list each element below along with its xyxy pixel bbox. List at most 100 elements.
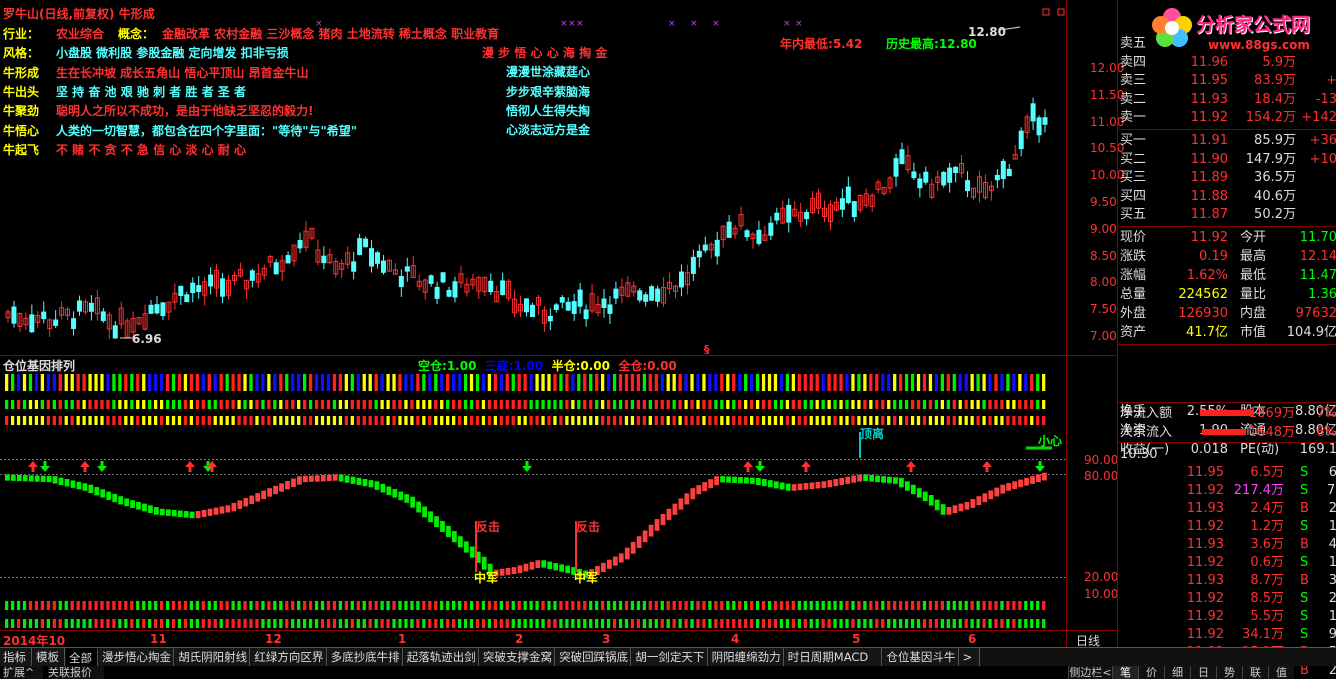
side-tab-6[interactable]: 联 — [1242, 666, 1268, 679]
side-tab-1[interactable]: 笔 — [1112, 666, 1138, 679]
bottom-cell — [857, 619, 861, 628]
bottom-cell — [851, 601, 855, 610]
trend-segment — [726, 476, 731, 483]
tab-9[interactable]: 突破回踩锅底 — [556, 648, 632, 666]
tab-14[interactable]: > — [959, 648, 980, 666]
gene-cell — [487, 416, 492, 425]
tab-5[interactable]: 红绿方向区界 — [251, 648, 327, 666]
bottom-cell — [934, 601, 939, 610]
bottom-cell — [40, 601, 45, 610]
tab-13[interactable]: 仓位基因斗牛 — [883, 648, 959, 666]
gene-cell — [303, 400, 307, 409]
side-tab-3[interactable]: 细 — [1164, 666, 1190, 679]
candle — [1012, 144, 1018, 160]
tab-6[interactable]: 多底抄底牛排 — [327, 648, 403, 666]
gene-cell — [16, 400, 21, 409]
trend-segment — [5, 474, 10, 481]
info-text: 农业综合 — [56, 27, 105, 41]
trend-segment — [1036, 474, 1041, 483]
gene-cell — [869, 400, 873, 409]
tab-7[interactable]: 起落轨迹出剑 — [403, 648, 479, 666]
side-tab-5[interactable]: 势 — [1216, 666, 1242, 679]
trend-segment — [630, 541, 636, 554]
gene-cell — [684, 374, 688, 391]
bid-row-cell: 买二 — [1120, 151, 1147, 167]
tick-row-cell: 11.93 — [1186, 573, 1224, 588]
bottom-cell — [827, 601, 831, 610]
gene-cell — [606, 416, 611, 425]
gene-cell — [750, 374, 754, 391]
side-tab-7[interactable]: 值 — [1268, 666, 1294, 679]
tab-2[interactable]: 全部 — [66, 648, 98, 666]
bottom-cell — [177, 619, 182, 628]
tab-1[interactable]: 模板 — [33, 648, 65, 666]
side-tab-4[interactable]: 日 — [1190, 666, 1216, 679]
trend-segment — [904, 481, 910, 491]
bottom-cell — [446, 619, 450, 628]
gene-cell — [606, 400, 611, 409]
bottom-cell — [1024, 619, 1028, 628]
candle — [142, 304, 148, 331]
bottom-cell — [94, 601, 98, 610]
tab-3[interactable]: 漫步悟心掏金 — [99, 648, 175, 666]
stat-row: 现价 11.92 今开 11.70 — [1118, 228, 1336, 247]
gene-cell — [380, 374, 384, 391]
candle — [434, 281, 440, 304]
tab-12[interactable]: 时日周期MACD — [784, 648, 883, 666]
side-tab-2[interactable]: 价 — [1138, 666, 1164, 679]
gene-cell — [142, 374, 146, 391]
tab-4[interactable]: 胡氏阴阳射线 — [175, 648, 251, 666]
gene-cell — [148, 400, 152, 409]
gene-cell — [761, 416, 766, 425]
gene-cell — [368, 400, 372, 409]
bottom-cell — [940, 619, 944, 628]
candle — [947, 162, 953, 193]
gene-cell — [171, 400, 176, 409]
gene-color-rows — [5, 374, 1046, 425]
bottom-cell — [189, 619, 194, 628]
gene-cell — [642, 374, 646, 391]
gene-cell — [243, 416, 247, 425]
gene-cell — [994, 400, 998, 409]
trend-segment — [380, 483, 386, 493]
trend-segment — [845, 476, 851, 484]
candle — [601, 289, 607, 318]
gene-cell — [636, 374, 641, 391]
gene-cell — [1012, 400, 1016, 409]
bottom-cell — [213, 601, 217, 610]
bottom-cell — [511, 601, 515, 610]
related-quotes-button[interactable]: 关联报价 — [48, 666, 104, 679]
gene-cell — [791, 374, 795, 391]
bottom-cell — [124, 619, 128, 628]
tab-10[interactable]: 胡一剑定天下 — [632, 648, 708, 666]
candle — [833, 197, 839, 212]
tab-0[interactable]: 指标 — [0, 648, 32, 666]
gene-cell — [732, 374, 736, 391]
candle — [988, 181, 994, 201]
trend-segment — [350, 476, 356, 484]
gene-cell — [165, 400, 170, 409]
gene-cell — [76, 374, 80, 391]
gene-cell — [380, 416, 384, 425]
gene-cell — [648, 400, 652, 409]
gene-cell — [982, 374, 986, 391]
trend-segment — [76, 481, 82, 490]
gene-cell — [887, 400, 891, 409]
gene-cell — [88, 374, 92, 391]
side-tab-0[interactable]: 侧边栏< — [1068, 666, 1112, 679]
candle — [190, 277, 196, 303]
bottom-cell — [136, 601, 140, 610]
trend-segment — [964, 501, 970, 510]
gene-cell — [708, 374, 712, 391]
expand-button[interactable]: 扩展^ — [3, 666, 43, 679]
stat-row-cell: 涨幅 — [1120, 268, 1147, 283]
tab-8[interactable]: 突破支撑金窝 — [480, 648, 556, 666]
trend-segment — [308, 475, 314, 482]
candle — [935, 170, 941, 192]
gene-cell — [362, 400, 366, 409]
bottom-cell — [70, 619, 74, 628]
bottom-cell — [297, 619, 301, 628]
tab-11[interactable]: 阴阳缠绵劲力 — [708, 648, 784, 666]
gene-cell — [571, 374, 575, 391]
info-label: 牛聚劲 — [3, 104, 40, 119]
